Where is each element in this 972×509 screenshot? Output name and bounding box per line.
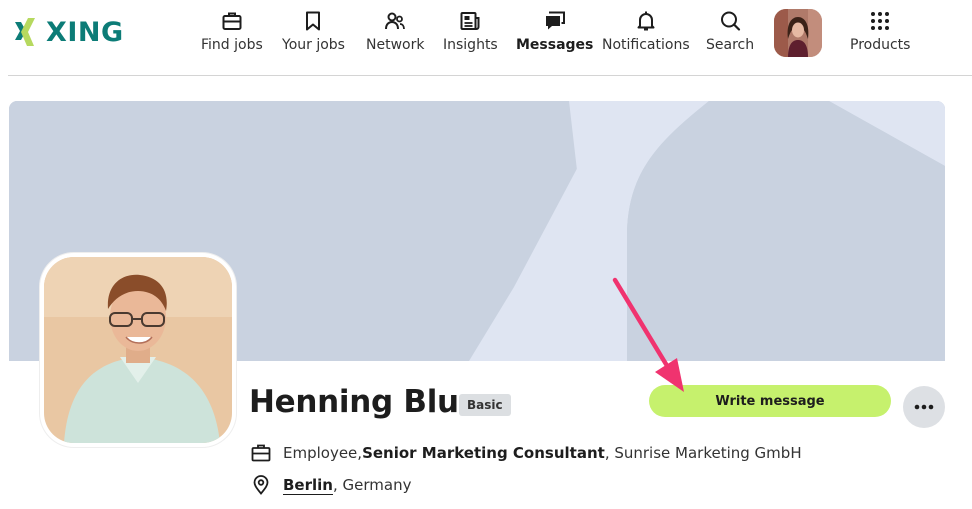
nav-label: Messages — [516, 37, 594, 53]
bookmark-icon — [306, 11, 321, 31]
nav-messages[interactable]: Messages — [516, 10, 593, 60]
search-icon — [721, 11, 741, 31]
xing-logo-text: XING — [46, 16, 124, 48]
briefcase-icon — [222, 12, 242, 30]
write-message-button[interactable]: Write message — [649, 385, 891, 417]
nav-search[interactable]: Search — [706, 10, 754, 60]
header-divider — [8, 75, 972, 76]
nav-network[interactable]: Network — [366, 10, 424, 60]
user-avatar[interactable] — [774, 9, 822, 57]
nav-label: Network — [366, 37, 425, 53]
nav-label: Insights — [443, 37, 498, 53]
membership-badge: Basic — [459, 394, 511, 416]
nav-label: Find jobs — [201, 37, 263, 53]
more-dots-icon — [914, 404, 934, 410]
top-navigation: XING Find jobs Your jobs Network Insight… — [0, 0, 972, 72]
more-options-button[interactable] — [903, 386, 945, 428]
people-icon — [385, 12, 406, 30]
grid-icon — [871, 12, 890, 30]
chat-icon — [545, 11, 565, 30]
profile-location-row: Berlin , Germany — [251, 475, 411, 495]
profile-job-row: Employee, Senior Marketing Consultant , … — [251, 443, 802, 463]
nav-label: Search — [706, 37, 755, 53]
xing-logo[interactable]: XING — [14, 14, 124, 50]
xing-logo-icon — [14, 16, 40, 48]
nav-find-jobs[interactable]: Find jobs — [201, 10, 263, 60]
briefcase-icon — [251, 444, 271, 462]
nav-your-jobs[interactable]: Your jobs — [282, 10, 345, 60]
profile-photo-image — [44, 257, 232, 443]
nav-label: Your jobs — [282, 37, 345, 53]
location-country: , Germany — [332, 476, 412, 494]
nav-label: Products — [850, 37, 911, 53]
location-pin-icon — [253, 475, 269, 495]
nav-notifications[interactable]: Notifications — [602, 10, 690, 60]
bell-icon — [637, 11, 655, 31]
nav-products[interactable]: Products — [850, 10, 910, 60]
nav-label: Notifications — [602, 37, 690, 53]
job-title: Senior Marketing Consultant — [362, 444, 605, 462]
nav-insights[interactable]: Insights — [443, 10, 498, 60]
job-company: , Sunrise Marketing GmbH — [604, 444, 802, 462]
profile-photo[interactable] — [40, 253, 236, 447]
profile-name: Henning Blum — [249, 384, 491, 420]
location-city-link[interactable]: Berlin — [283, 476, 333, 495]
news-icon — [460, 12, 480, 30]
job-role: Employee, — [283, 444, 363, 462]
